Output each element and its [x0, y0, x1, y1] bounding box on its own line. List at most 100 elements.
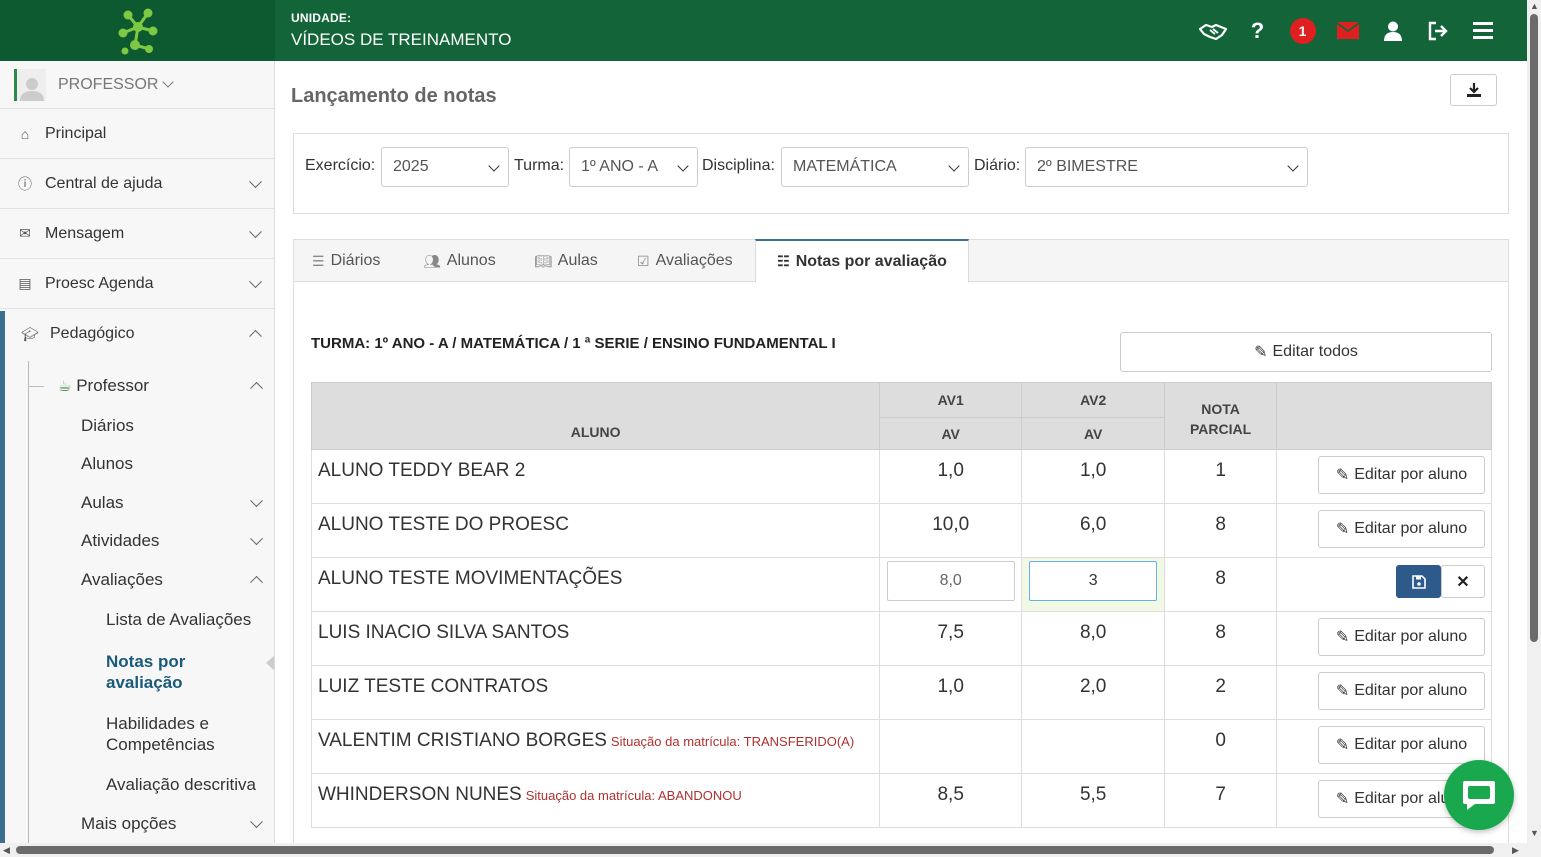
- sidebar-item-professor[interactable]: ☕︎ Professor: [58, 376, 263, 396]
- avatar: [14, 68, 46, 101]
- mail-icon[interactable]: [1325, 11, 1370, 51]
- logo[interactable]: [0, 0, 275, 61]
- home-icon: ⌂: [20, 125, 30, 142]
- student-name: ALUNO TESTE DO PROESC: [318, 514, 569, 535]
- edit-student-button[interactable]: ✎ Editar por aluno: [1318, 510, 1485, 548]
- sidebar-item-central-ajuda[interactable]: ⓘ Central de ajuda: [0, 159, 274, 209]
- edit-student-label: Editar por aluno: [1354, 520, 1468, 537]
- save-button[interactable]: [1396, 565, 1441, 598]
- sidebar-item-principal[interactable]: ⌂ Principal: [0, 109, 274, 159]
- chevron-up-icon: [250, 575, 263, 589]
- sidebar-item-alunos[interactable]: Alunos: [81, 454, 133, 474]
- sidebar-item-mais-opcoes[interactable]: Mais opções: [81, 814, 263, 834]
- edit-all-label: Editar todos: [1272, 343, 1358, 360]
- info-icon: ⓘ: [18, 175, 32, 192]
- exercicio-label: Exercício:: [305, 157, 376, 174]
- table-row: ALUNO TESTE DO PROESC 10,0 6,0 8 ✎ Editar…: [310, 503, 1492, 558]
- av2-cell[interactable]: 8,0: [1021, 611, 1166, 666]
- sidebar-item-label: Habilidades e: [106, 714, 210, 733]
- student-name-cell: ALUNO TEDDY BEAR 2: [310, 449, 881, 504]
- sidebar-item-label: Avaliações: [81, 570, 163, 589]
- sidebar-item-notas-por-avaliacao[interactable]: Notas por avaliação: [106, 651, 185, 693]
- menu-icon[interactable]: [1460, 11, 1505, 51]
- handshake-icon[interactable]: [1190, 11, 1235, 51]
- av1-cell[interactable]: 7,5: [879, 611, 1023, 666]
- sidebar-item-avaliacao-descritiva[interactable]: Avaliação descritiva: [106, 775, 256, 795]
- av2-cell[interactable]: 2,0: [1021, 665, 1166, 720]
- user-icon[interactable]: [1370, 11, 1415, 51]
- sidebar-item-aulas[interactable]: Aulas: [81, 493, 263, 513]
- vertical-scrollbar[interactable]: ▲ ▼: [1527, 0, 1541, 843]
- chevron-down-icon: [488, 160, 500, 172]
- save-icon: [1411, 574, 1426, 589]
- top-bar: UNIDADE: VÍDEOS DE TREINAMENTO ? 1: [0, 0, 1527, 61]
- notifications-button[interactable]: 1: [1280, 11, 1325, 51]
- av1-cell: [879, 719, 1023, 774]
- tab-label: Alunos: [446, 252, 496, 269]
- sidebar-item-pedagogico[interactable]: 🎓︎ Pedagógico: [0, 309, 274, 359]
- scroll-left-icon[interactable]: ◀: [3, 845, 10, 856]
- tab-avaliacoes[interactable]: ☑ Avaliações: [637, 240, 733, 282]
- help-icon[interactable]: ?: [1235, 11, 1280, 51]
- student-name: WHINDERSON NUNES: [318, 784, 522, 805]
- chat-button[interactable]: [1444, 760, 1514, 830]
- exercicio-select[interactable]: 2025: [381, 147, 509, 187]
- chevron-up-icon: [249, 329, 262, 343]
- sidebar-item-avaliacoes[interactable]: Avaliações: [81, 570, 263, 590]
- edit-student-button[interactable]: ✎ Editar por aluno: [1318, 726, 1485, 764]
- av1-cell[interactable]: 10,0: [879, 503, 1023, 558]
- vertical-scroll-thumb[interactable]: [1530, 14, 1538, 642]
- nota-parcial-cell: 0: [1164, 719, 1278, 774]
- edit-student-button[interactable]: ✎ Editar por aluno: [1318, 618, 1485, 656]
- tab-aulas[interactable]: 📖︎ Aulas: [534, 240, 598, 282]
- chevron-down-icon: [249, 224, 262, 238]
- sidebar-item-diarios[interactable]: Diários: [81, 416, 134, 436]
- sidebar-item-atividades[interactable]: Atividades: [81, 531, 263, 551]
- av1-input[interactable]: [886, 561, 1015, 601]
- av2-cell[interactable]: 1,0: [1021, 449, 1166, 504]
- disciplina-select[interactable]: MATEMÁTICA: [781, 147, 969, 187]
- sidebar-item-agenda[interactable]: ▤ Proesc Agenda: [0, 259, 274, 309]
- chevron-down-icon: [250, 815, 263, 829]
- download-button[interactable]: [1450, 74, 1497, 106]
- main-content: Lançamento de notas Exercício: 2025 Turm…: [275, 61, 1527, 843]
- nota-parcial-cell: 7: [1164, 773, 1278, 828]
- scroll-up-icon[interactable]: ▲: [1530, 1, 1539, 11]
- tab-diarios[interactable]: ☰ Diários: [312, 240, 380, 282]
- sidebar-item-lista-avaliacoes[interactable]: Lista de Avaliações: [106, 610, 251, 630]
- col-nota-parcial: NOTA PARCIAL: [1164, 382, 1278, 450]
- av2-input[interactable]: [1029, 561, 1158, 601]
- student-name: LUIS INACIO SILVA SANTOS: [318, 622, 570, 643]
- av2-cell[interactable]: 6,0: [1021, 503, 1166, 558]
- profile-name: PROFESSOR: [58, 75, 159, 93]
- sidebar-item-habilidades[interactable]: Habilidades e Competências: [106, 713, 215, 755]
- scroll-right-icon[interactable]: ▶: [1512, 845, 1519, 856]
- av2-cell: [1021, 557, 1166, 612]
- horizontal-scrollbar[interactable]: ◀ ▶: [0, 843, 1541, 857]
- edit-student-button[interactable]: ✎ Editar por aluno: [1318, 456, 1485, 494]
- col-av1-sub: AV: [879, 417, 1023, 450]
- av1-cell[interactable]: 1,0: [879, 665, 1023, 720]
- cancel-button[interactable]: ✕: [1441, 565, 1485, 598]
- edit-student-button[interactable]: ✎ Editar por aluno: [1318, 672, 1485, 710]
- logout-icon[interactable]: [1415, 11, 1460, 51]
- av2-cell: [1021, 719, 1166, 774]
- table-row: LUIZ TESTE CONTRATOS 1,0 2,0 2 ✎ Editar p…: [310, 665, 1492, 720]
- sidebar-item-mensagem[interactable]: ✉ Mensagem: [0, 209, 274, 259]
- sidebar-item-label: avaliação: [106, 673, 183, 692]
- horizontal-scroll-thumb[interactable]: [16, 846, 1494, 854]
- av1-cell[interactable]: 1,0: [879, 449, 1023, 504]
- tab-alunos[interactable]: 👥︎ Alunos: [423, 240, 496, 282]
- page-title: Lançamento de notas: [291, 85, 497, 107]
- diario-select[interactable]: 2º BIMESTRE: [1025, 147, 1308, 187]
- student-name: LUIZ TESTE CONTRATOS: [318, 676, 549, 697]
- tab-bar: ☰ Diários 👥︎ Alunos 📖︎ Aulas ☑ Avaliaçõe…: [294, 239, 1508, 283]
- edit-all-button[interactable]: ✎ Editar todos: [1120, 332, 1492, 372]
- turma-select[interactable]: 1º ANO - A: [569, 147, 698, 187]
- tab-notas-por-avaliacao[interactable]: ☷ Notas por avaliação: [755, 239, 969, 283]
- student-name-cell: WHINDERSON NUNES Situação da matrícula: A…: [310, 773, 881, 828]
- profile-row[interactable]: PROFESSOR: [0, 61, 274, 109]
- chevron-down-icon: [948, 160, 960, 172]
- student-name: ALUNO TESTE MOVIMENTAÇÕES: [318, 568, 623, 589]
- scroll-down-icon[interactable]: ▼: [1530, 828, 1539, 838]
